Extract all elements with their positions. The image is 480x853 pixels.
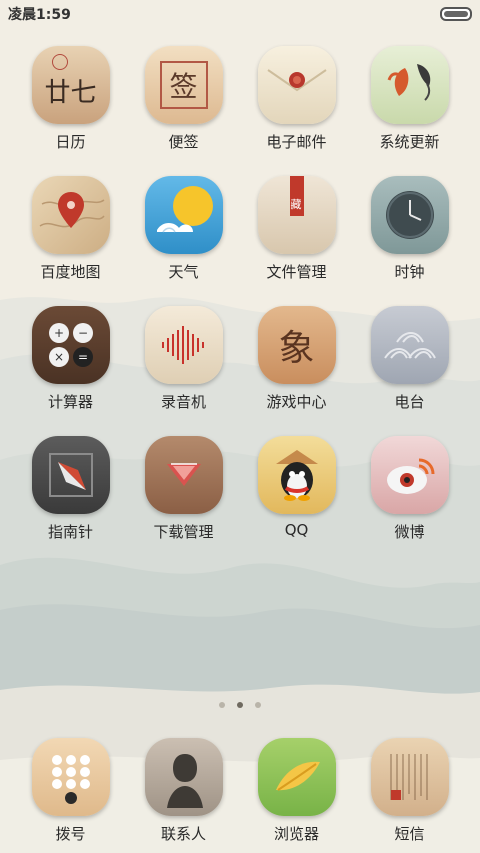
koi-fish-icon [387,64,430,101]
app-update[interactable]: 系统更新 [353,46,466,152]
app-label: 电子邮件 [266,133,327,151]
app-map[interactable]: 百度地图 [14,176,127,282]
scroll-letter-icon [390,754,427,800]
app-label: 联系人 [160,825,206,843]
app-calendar[interactable]: 廿七 日历 [14,46,127,152]
status-bar: 凌晨1:59 [0,0,480,28]
app-dialer[interactable]: 拨号 [14,738,127,844]
dialer-icon [31,738,110,816]
app-label: 拨号 [55,825,86,843]
page-dot-active[interactable] [237,702,243,708]
page-dot[interactable] [219,702,225,708]
calendar-icon: 廿七 [31,46,110,124]
weibo-eye-icon [386,458,434,494]
app-contacts[interactable]: 联系人 [127,738,240,844]
browser-icon [257,738,336,816]
app-label: 浏览器 [273,825,319,843]
svg-text:+: + [53,326,63,340]
status-time: 凌晨1:59 [8,7,71,23]
weibo-icon [370,436,449,514]
download-icon [144,436,223,514]
app-radio[interactable]: 电台 [353,306,466,412]
dock: 拨号 联系人 浏览器 短信 [0,738,480,844]
clock-face-icon [385,191,434,239]
weather-icon [144,176,223,254]
qq-icon [257,436,336,514]
app-label: 日历 [55,133,86,151]
app-label: 指南针 [47,523,93,541]
calculator-icon: + − × = [31,306,110,384]
app-label: 天气 [168,263,199,281]
penguin-icon [275,450,318,501]
svg-text:=: = [77,350,87,364]
app-label: 文件管理 [266,263,327,281]
app-compass[interactable]: 指南针 [14,436,127,542]
sound-wave-icon [161,326,204,364]
radio-icon [370,306,449,384]
calendar-glyph: 廿七 [44,77,97,108]
keypad-icon [51,755,90,804]
app-messages[interactable]: 短信 [353,738,466,844]
wave-pattern-icon [383,332,436,359]
recorder-icon [144,306,223,384]
battery-icon [440,7,472,21]
app-label: 时钟 [394,263,425,281]
app-weibo[interactable]: 微博 [353,436,466,542]
person-silhouette-icon [166,754,203,808]
svg-text:×: × [53,350,63,364]
leaf-icon [275,761,320,791]
app-label: 计算器 [47,393,93,411]
app-browser[interactable]: 浏览器 [240,738,353,844]
app-label: 下载管理 [153,523,214,541]
app-label: 微博 [394,523,425,541]
app-mail[interactable]: 电子邮件 [240,46,353,152]
app-recorder[interactable]: 录音机 [127,306,240,412]
clock-icon [370,176,449,254]
app-label: 游戏中心 [266,393,327,411]
mail-icon [257,46,336,124]
game-center-icon: 象 [257,306,336,384]
app-label: 短信 [394,825,425,843]
map-icon [31,176,110,254]
page-indicator [0,702,480,708]
app-qq[interactable]: QQ [240,436,353,542]
file-tag-glyph: 藏 [290,198,302,211]
contacts-icon [144,738,223,816]
notes-icon: 签 [144,46,223,124]
app-label: 电台 [394,393,425,411]
app-label: 百度地图 [40,263,101,281]
download-arrow-icon [166,463,201,486]
app-notes[interactable]: 签 便签 [127,46,240,152]
app-label: 系统更新 [379,133,440,151]
envelope-icon [266,69,327,92]
app-label: 便签 [168,133,199,151]
game-glyph: 象 [278,328,315,369]
notes-glyph: 签 [169,70,198,103]
app-label: 录音机 [160,393,206,411]
app-weather[interactable]: 天气 [127,176,240,282]
calculator-buttons-icon: + − × = [48,323,93,367]
app-grid: 廿七 日历 签 便签 电子邮件 系统更新 百度地图 天气 藏 文件管理 时钟 +… [0,46,480,542]
page-dot[interactable] [255,702,261,708]
app-game-center[interactable]: 象 游戏中心 [240,306,353,412]
update-icon [370,46,449,124]
app-file-manager[interactable]: 藏 文件管理 [240,176,353,282]
compass-icon [31,436,110,514]
app-clock[interactable]: 时钟 [353,176,466,282]
file-manager-icon: 藏 [257,176,336,254]
map-pin-icon [39,192,105,228]
svg-text:−: − [77,326,87,340]
sun-cloud-icon [156,186,213,233]
messages-icon [370,738,449,816]
app-label: QQ [284,521,309,539]
app-download[interactable]: 下载管理 [127,436,240,542]
compass-needle-icon [48,453,93,497]
app-calculator[interactable]: + − × = 计算器 [14,306,127,412]
